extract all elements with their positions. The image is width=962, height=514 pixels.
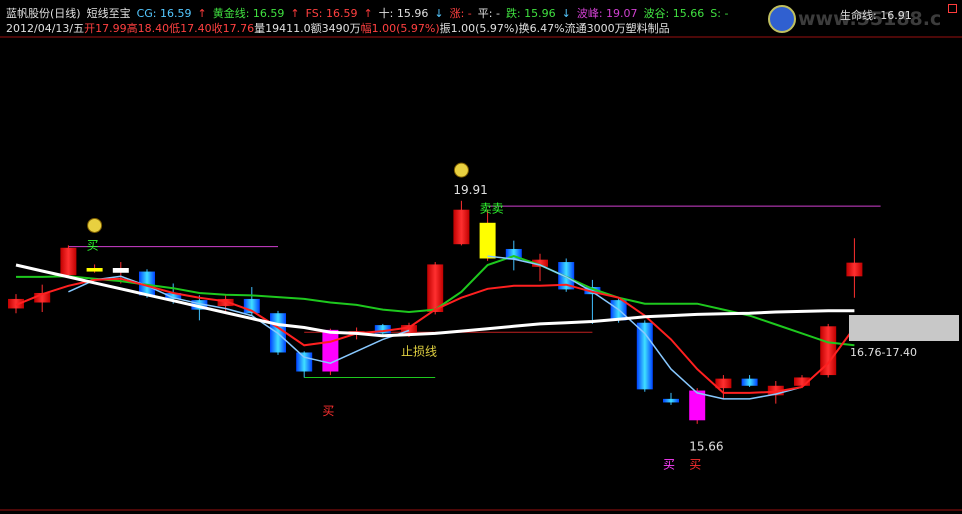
float-value: 流通3000万 <box>564 22 626 35</box>
close-value: 收17.76 <box>211 22 255 35</box>
signal-label: 买 <box>87 238 99 252</box>
cross-value: 十: 15.96 <box>378 7 429 20</box>
lifeline-value: 生命线: 16.91 <box>840 9 912 22</box>
zhang-value: 涨: - <box>449 7 472 20</box>
signal-label: 卖卖 <box>480 202 504 216</box>
signal-label: 15.66 <box>689 440 723 454</box>
price-box <box>849 315 959 341</box>
arrow-down-icon: ↓ <box>561 7 571 20</box>
candlestick-chart: 买19.91卖卖买止损线15.66买 买16.76-17.40 <box>0 36 962 511</box>
ping-value: 平: - <box>477 7 500 20</box>
candle-body <box>60 247 77 276</box>
die-value: 跌: 15.96 <box>505 7 556 20</box>
arrow-up-icon: ↑ <box>290 7 300 20</box>
candle-body <box>846 262 863 277</box>
trough-value: 波谷: 15.66 <box>643 7 705 20</box>
signal-label: 买 <box>663 457 675 471</box>
signal-label: 止损线 <box>401 344 437 358</box>
candle-body <box>741 378 758 386</box>
candle-body <box>86 268 103 272</box>
signal-label: 买 <box>689 457 701 471</box>
candle-body <box>296 352 313 372</box>
arrow-down-icon: ↓ <box>434 7 444 20</box>
candle-body <box>112 268 129 273</box>
indicator-name: 短线至宝 <box>86 7 131 20</box>
range-value: 幅1.00(5.97%) <box>360 22 440 35</box>
candle-body <box>322 329 339 372</box>
arrow-up-icon: ↑ <box>363 7 373 20</box>
header-row-2: 2012/04/13/五开17.99高18.40低17.40收17.76量194… <box>6 22 670 35</box>
candle-body <box>663 398 679 403</box>
candle-body <box>479 222 496 259</box>
candle-body <box>453 209 470 245</box>
volume-value: 量19411.0 <box>254 22 311 35</box>
amount-value: 额3490万 <box>310 22 361 35</box>
smiley-icon <box>453 162 469 178</box>
candle-body <box>689 390 706 421</box>
price-range-label: 16.76-17.40 <box>850 346 917 359</box>
stock-name[interactable]: 蓝帆股份(日线) <box>6 7 81 20</box>
low-value: 低17.40 <box>169 22 212 35</box>
amplitude-value: 振1.00(5.97%) <box>439 22 519 35</box>
smiley-icon <box>87 217 103 233</box>
fs-value: FS: 16.59 <box>305 7 358 20</box>
signal-label: 买 <box>322 404 334 418</box>
header-row-1: 蓝帆股份(日线) 短线至宝 CG: 16.59 ↑ 黄金线: 16.59 ↑ FS: 16.… <box>6 7 734 20</box>
open-value: 开17.99 <box>84 22 127 35</box>
high-value: 高18.40 <box>126 22 170 35</box>
gold-value: 黄金线: 16.59 <box>212 7 285 20</box>
arrow-up-icon: ↑ <box>197 7 207 20</box>
logo-globe-icon <box>768 5 796 33</box>
peak-value: 波峰: 19.07 <box>576 7 638 20</box>
cg-value: CG: 16.59 <box>136 7 192 20</box>
s-value: S: - <box>710 7 729 20</box>
signal-label: 19.91 <box>453 183 487 197</box>
window-restore-button[interactable] <box>948 4 957 13</box>
sector: 塑料制品 <box>625 22 670 35</box>
date: 2012/04/13/五 <box>6 22 85 35</box>
turnover-value: 换6.47% <box>518 22 565 35</box>
